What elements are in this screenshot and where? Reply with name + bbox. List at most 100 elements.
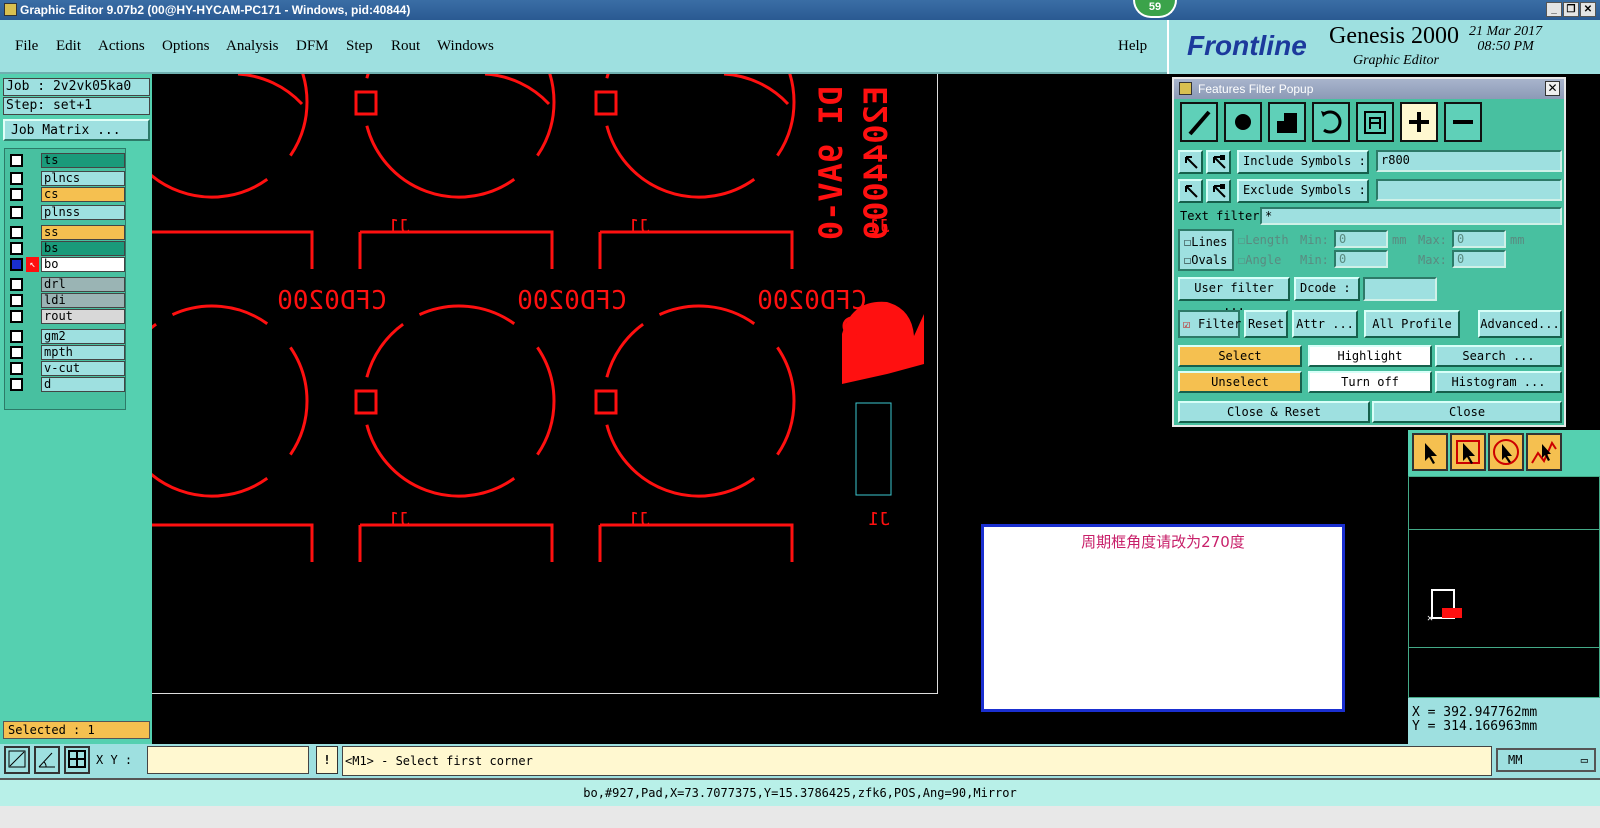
- angle-max-input[interactable]: 0: [1452, 250, 1506, 268]
- pad-arc-bottom[interactable]: [152, 425, 269, 498]
- layer-checkbox[interactable]: [10, 226, 23, 239]
- line-tool-button[interactable]: [1180, 102, 1218, 142]
- layer-name[interactable]: plnss: [41, 205, 125, 220]
- exclamation-button[interactable]: !: [316, 746, 338, 774]
- layer-d[interactable]: d: [8, 377, 125, 392]
- layer-checkbox[interactable]: [10, 278, 23, 291]
- advanced-button[interactable]: Advanced...: [1478, 310, 1562, 338]
- close-reset-button[interactable]: Close & Reset: [1178, 401, 1370, 423]
- ref-label[interactable]: J1: [388, 509, 410, 530]
- layer-ts[interactable]: ts: [8, 153, 125, 168]
- turn-off-button[interactable]: Turn off: [1308, 371, 1432, 393]
- pad-arc-top[interactable]: [418, 304, 516, 325]
- popup-close-icon[interactable]: ✕: [1545, 81, 1560, 96]
- layer-checkbox[interactable]: [10, 378, 23, 391]
- pin-pad[interactable]: [594, 90, 618, 116]
- pad-arc-bottom[interactable]: [152, 126, 269, 199]
- select-rect-tool-button[interactable]: [1450, 433, 1486, 471]
- close-button[interactable]: Close: [1372, 401, 1562, 423]
- layer-name[interactable]: v-cut: [41, 361, 125, 376]
- layer-name[interactable]: mpth: [41, 345, 125, 360]
- layer-name[interactable]: bs: [41, 241, 125, 256]
- profile-rectangle[interactable]: [855, 402, 892, 496]
- menu-edit[interactable]: Edit: [56, 38, 81, 55]
- xy-input[interactable]: [147, 746, 309, 774]
- layer-mpth[interactable]: mpth: [8, 345, 125, 360]
- pad-arc-bottom[interactable]: [365, 424, 516, 498]
- job-matrix-button[interactable]: Job Matrix ...: [3, 119, 150, 141]
- layer-checkbox[interactable]: [10, 154, 23, 167]
- pad-arc-bottom[interactable]: [605, 424, 756, 498]
- pad-arc-left[interactable]: [605, 322, 644, 378]
- user-filter-button[interactable]: User filter ...: [1178, 277, 1290, 313]
- layer-name[interactable]: drl: [41, 277, 125, 292]
- include-pick2-button[interactable]: [1206, 150, 1231, 174]
- component-outline[interactable]: [360, 523, 554, 562]
- pad-arc-right[interactable]: [289, 346, 309, 456]
- layer-checkbox[interactable]: [10, 242, 23, 255]
- layer-name[interactable]: cs: [41, 187, 125, 202]
- unselect-button[interactable]: Unselect: [1178, 371, 1302, 393]
- pin-pad[interactable]: [354, 90, 378, 116]
- pad-tool-button[interactable]: [1224, 102, 1262, 142]
- text-filter-input[interactable]: *: [1260, 207, 1562, 225]
- exclude-pick-button[interactable]: [1178, 179, 1203, 203]
- layer-name[interactable]: ldi: [41, 293, 125, 308]
- layer-ss[interactable]: ss: [8, 225, 125, 240]
- layer-v-cut[interactable]: v-cut: [8, 361, 125, 376]
- pad-arc-left[interactable]: [365, 74, 403, 79]
- units-select[interactable]: MM ▭: [1496, 748, 1596, 772]
- exclude-symbols-input[interactable]: [1376, 179, 1562, 201]
- layer-checkbox[interactable]: [10, 258, 23, 271]
- ref-label[interactable]: J1: [868, 509, 890, 530]
- pad-arc-top[interactable]: [658, 304, 756, 325]
- component-outline[interactable]: [360, 230, 554, 269]
- vertical-label-1[interactable]: DI 9AV-0: [812, 86, 850, 240]
- length-max-input[interactable]: 0: [1452, 230, 1506, 248]
- layer-bo[interactable]: ↖ bo: [8, 257, 125, 272]
- layer-checkbox[interactable]: [10, 346, 23, 359]
- pad-ghost[interactable]: [519, 74, 595, 198]
- zoom-fit-button[interactable]: [4, 746, 30, 774]
- select-poly-tool-button[interactable]: [1526, 433, 1562, 471]
- menu-analysis[interactable]: Analysis: [226, 38, 279, 55]
- pad-arc[interactable]: [237, 74, 304, 106]
- pad-arc-right[interactable]: [776, 74, 796, 157]
- close-window-button[interactable]: ✕: [1580, 2, 1596, 17]
- positive-button[interactable]: [1400, 102, 1438, 142]
- menu-options[interactable]: Options: [162, 38, 210, 55]
- ref-label[interactable]: J1: [628, 509, 650, 530]
- attr-button[interactable]: Attr ...: [1292, 310, 1358, 338]
- search-button[interactable]: Search ...: [1435, 345, 1562, 367]
- layer-name[interactable]: ts: [41, 153, 125, 168]
- pad-arc-left[interactable]: [605, 74, 643, 79]
- dcode-label[interactable]: Dcode :: [1294, 277, 1360, 301]
- highlight-button[interactable]: Highlight: [1308, 345, 1432, 367]
- component-outline[interactable]: [600, 230, 794, 269]
- part-label[interactable]: CFD0200: [757, 286, 867, 316]
- pad-arc[interactable]: [484, 74, 551, 106]
- length-checkbox[interactable]: ☐Length: [1238, 233, 1289, 247]
- overview-map[interactable]: ✕: [1408, 476, 1600, 698]
- layer-cs[interactable]: cs: [8, 187, 125, 202]
- component-outline[interactable]: [600, 523, 794, 562]
- menu-dfm[interactable]: DFM: [296, 38, 329, 55]
- layer-name[interactable]: plncs: [41, 171, 125, 186]
- select-circle-tool-button[interactable]: [1488, 433, 1524, 471]
- angle-min-input[interactable]: 0: [1334, 250, 1388, 268]
- layer-name[interactable]: rout: [41, 309, 125, 324]
- pad-arc[interactable]: [723, 74, 790, 106]
- layer-checkbox[interactable]: [10, 188, 23, 201]
- pad-arc-left[interactable]: [152, 322, 157, 377]
- pin-pad[interactable]: [594, 389, 618, 415]
- layer-plncs[interactable]: plncs: [8, 171, 125, 186]
- maximize-button[interactable]: ❐: [1563, 2, 1579, 17]
- include-pick-button[interactable]: [1178, 150, 1203, 174]
- pad-arc-right[interactable]: [536, 74, 556, 157]
- minimize-button[interactable]: _: [1546, 2, 1562, 17]
- pad-arc-right[interactable]: [776, 346, 796, 456]
- ref-label[interactable]: J1: [388, 216, 410, 237]
- pad-arc-right[interactable]: [289, 74, 309, 157]
- dcode-input[interactable]: [1363, 277, 1437, 301]
- menu-help[interactable]: Help: [1118, 38, 1147, 55]
